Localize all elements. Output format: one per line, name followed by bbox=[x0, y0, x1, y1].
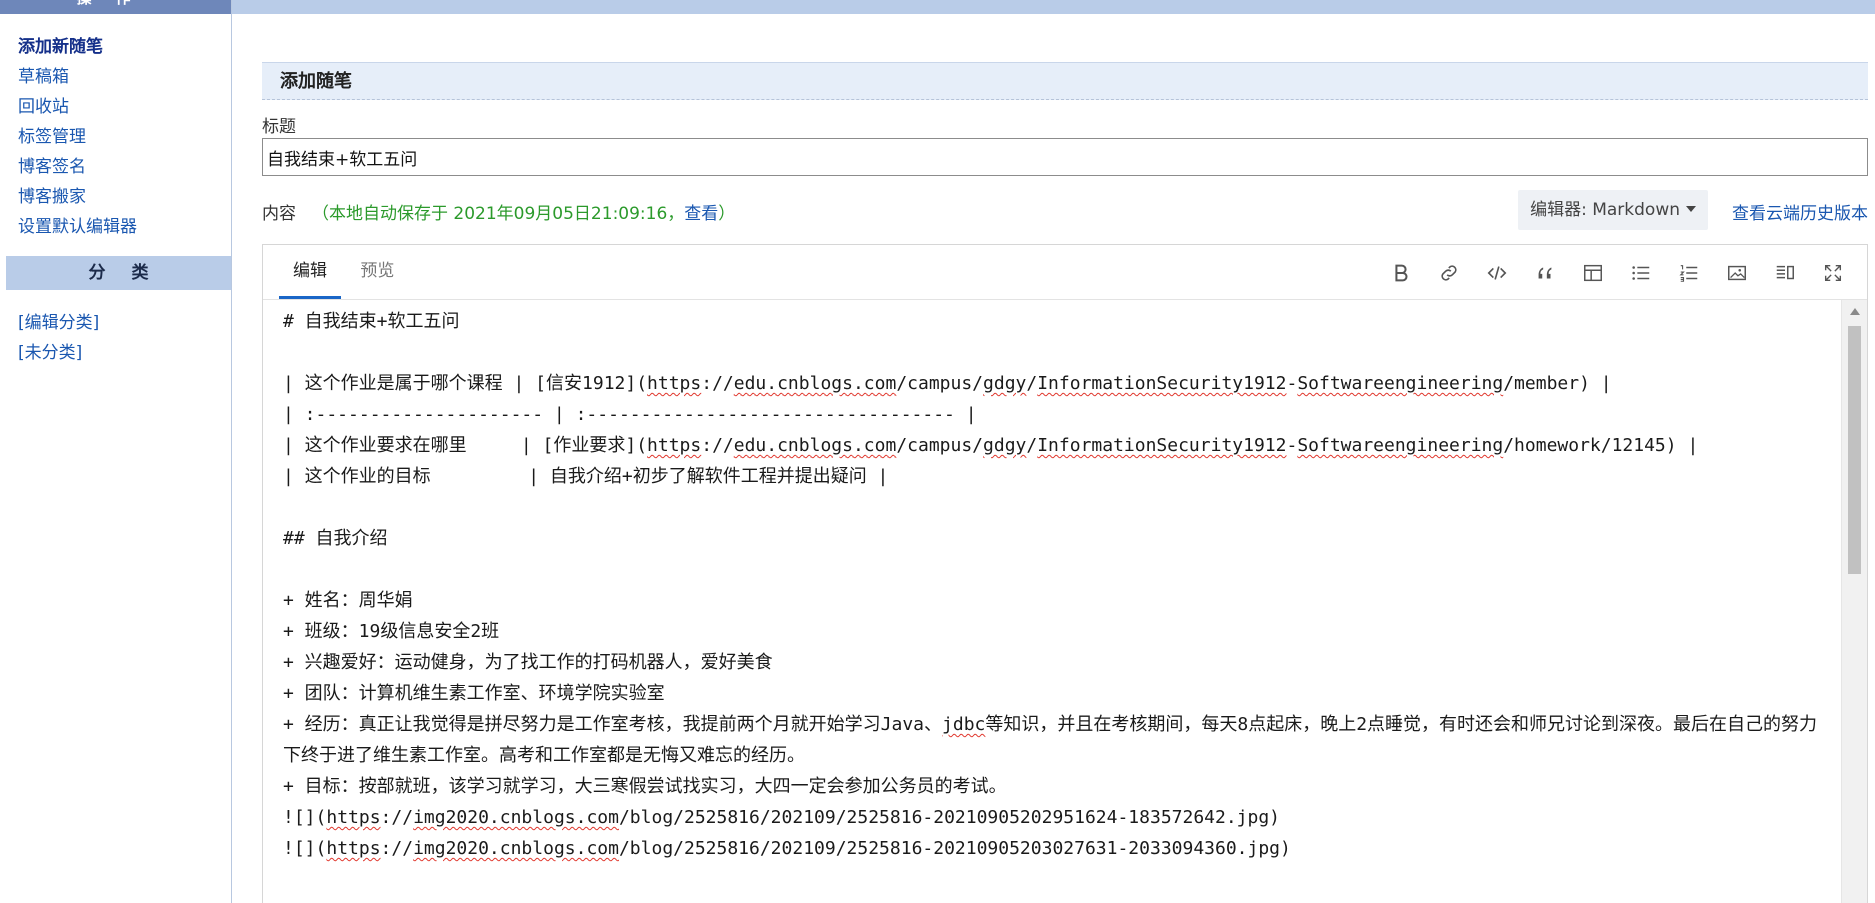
editor-line: + 目标：按部就班，该学习就学习，大三寒假尝试找实习，大四一定会参加公务员的考试… bbox=[283, 776, 1007, 797]
tab-preview[interactable]: 预览 bbox=[346, 245, 408, 299]
sidebar-item-signature[interactable]: 博客签名 bbox=[18, 152, 231, 182]
autosave-view-link[interactable]: 查看 bbox=[684, 204, 718, 224]
caret-down-icon bbox=[1686, 206, 1696, 212]
bold-icon[interactable] bbox=[1377, 259, 1425, 287]
editor-line: + 经历：真正让我觉得是拼尽努力是工作室考核，我提前两个月就开始学习Java、j… bbox=[283, 714, 1818, 766]
unordered-list-icon[interactable] bbox=[1617, 259, 1665, 287]
category-edit-link[interactable]: [编辑分类] bbox=[18, 308, 231, 338]
sidebar: 操作 添加新随笔 草稿箱 回收站 标签管理 博客签名 博客搬家 设置默认编辑器 … bbox=[0, 0, 232, 903]
editor-line: ![](https://img2020.cnblogs.com/blog/252… bbox=[283, 807, 1281, 828]
sidebar-item-migrate[interactable]: 博客搬家 bbox=[18, 182, 231, 212]
editor-line: | 这个作业的目标 | 自我介绍+初步了解软件工程并提出疑问 | bbox=[283, 466, 889, 487]
title-label: 标题 bbox=[262, 117, 296, 137]
editor-line: | 这个作业是属于哪个课程 | [信安1912](https://edu.cnb… bbox=[283, 373, 1612, 394]
sidebar-item-default-editor[interactable]: 设置默认编辑器 bbox=[18, 212, 231, 242]
markdown-textarea[interactable]: # 自我结束+软工五问 | 这个作业是属于哪个课程 | [信安1912](http… bbox=[283, 306, 1819, 864]
autosave-status: （本地自动保存于 2021年09月05日21:09:16，查看） bbox=[312, 204, 736, 224]
sidebar-item-drafts[interactable]: 草稿箱 bbox=[18, 62, 231, 92]
sidebar-item-recycle-bin[interactable]: 回收站 bbox=[18, 92, 231, 122]
category-uncategorized-link[interactable]: [未分类] bbox=[18, 338, 231, 368]
sidebar-header: 操作 bbox=[0, 0, 231, 14]
category-header: 分类 bbox=[6, 256, 231, 290]
editor-line: ![](https://img2020.cnblogs.com/blog/252… bbox=[283, 838, 1291, 859]
editor-scrollbar[interactable] bbox=[1841, 300, 1867, 903]
sidebar-menu: 添加新随笔 草稿箱 回收站 标签管理 博客签名 博客搬家 设置默认编辑器 bbox=[0, 14, 231, 242]
category-list: [编辑分类] [未分类] bbox=[0, 290, 231, 368]
top-band bbox=[232, 0, 1875, 14]
editor-line: | :--------------------- | :------------… bbox=[283, 404, 977, 425]
sidebar-item-add-post[interactable]: 添加新随笔 bbox=[18, 32, 231, 62]
fullscreen-icon[interactable] bbox=[1809, 259, 1857, 287]
image-icon[interactable] bbox=[1713, 259, 1761, 287]
main-panel: 添加随笔 标题 内容 （本地自动保存于 2021年09月05日21:09:16，… bbox=[262, 62, 1868, 903]
table-icon[interactable] bbox=[1569, 259, 1617, 287]
editor-line: + 姓名：周华娟 bbox=[283, 590, 413, 611]
split-view-icon[interactable] bbox=[1761, 259, 1809, 287]
editor-line: + 班级：19级信息安全2班 bbox=[283, 621, 500, 642]
tab-edit[interactable]: 编辑 bbox=[279, 245, 341, 299]
ordered-list-icon[interactable] bbox=[1665, 259, 1713, 287]
scroll-up-arrow-icon[interactable] bbox=[1850, 308, 1860, 315]
title-input[interactable] bbox=[262, 138, 1868, 176]
scroll-thumb[interactable] bbox=[1848, 326, 1861, 574]
editor-line: # 自我结束+软工五问 bbox=[283, 311, 460, 332]
editor-toolbar bbox=[1377, 259, 1857, 287]
editor-select-dropdown[interactable]: 编辑器: Markdown bbox=[1518, 190, 1708, 230]
editor-line: ## 自我介绍 bbox=[283, 528, 388, 549]
page-title: 添加随笔 bbox=[262, 62, 1868, 100]
content-header: 内容 （本地自动保存于 2021年09月05日21:09:16，查看） 编辑器:… bbox=[262, 190, 1868, 230]
sidebar-item-tags[interactable]: 标签管理 bbox=[18, 122, 231, 152]
editor-tabs: 编辑 预览 bbox=[279, 245, 408, 299]
content-label: 内容 bbox=[262, 204, 296, 224]
cloud-history-link[interactable]: 查看云端历史版本 bbox=[1732, 199, 1868, 224]
editor-line: + 团队：计算机维生素工作室、环境学院实验室 bbox=[283, 683, 665, 704]
link-icon[interactable] bbox=[1425, 259, 1473, 287]
quote-icon[interactable] bbox=[1521, 259, 1569, 287]
code-icon[interactable] bbox=[1473, 259, 1521, 287]
editor-body[interactable]: # 自我结束+软工五问 | 这个作业是属于哪个课程 | [信安1912](http… bbox=[263, 300, 1867, 903]
markdown-editor: 编辑 预览 # 自我结束+软工五问 | 这个作业是属于哪个课程 | [信安1912… bbox=[262, 244, 1868, 903]
editor-line: + 兴趣爱好：运动健身，为了找工作的打码机器人，爱好美食 bbox=[283, 652, 773, 673]
editor-line: | 这个作业要求在哪里 | [作业要求](https://edu.cnblogs… bbox=[283, 435, 1699, 456]
